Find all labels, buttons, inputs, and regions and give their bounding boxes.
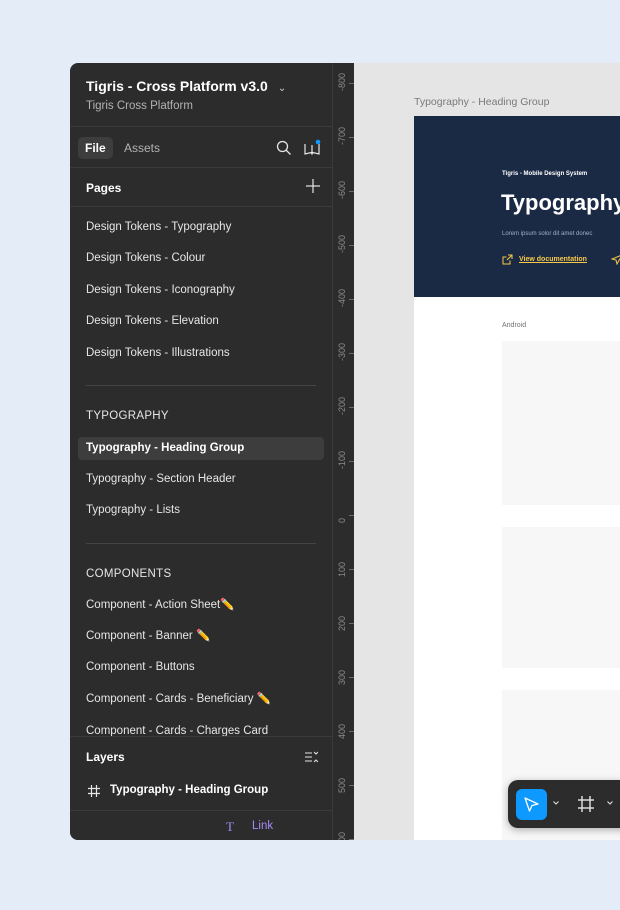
ruler-tick-label: 300 [337,669,347,685]
page-divider [86,543,316,544]
ruler-tick-label: 0 [337,517,347,523]
ruler-tick-label: -300 [337,342,347,361]
chevron-down-icon[interactable] [606,799,614,807]
ruler-tick-label: -600 [337,180,347,199]
tab-assets[interactable]: Assets [117,137,167,159]
cursor-icon [524,797,539,812]
layer-label: Typography - Heading Group [110,784,269,796]
heading-group-frame[interactable]: Tigris - Mobile Design System Typography… [414,116,620,840]
frame-icon [88,785,100,797]
page-divider [86,385,316,386]
layers-panel: Layers Typography - Heading Group T Link [70,736,332,840]
panel-tabs: File Assets [70,128,332,168]
layer-child-label: Link [252,820,274,832]
project-subtitle: Tigris Cross Platform [86,100,193,112]
page-item-design-tokens-iconography[interactable]: Design Tokens - Iconography [78,279,324,302]
add-page-icon[interactable] [304,177,322,195]
design-canvas[interactable]: Typography - Heading Group Tigris - Mobi… [354,63,620,840]
preview-card[interactable] [502,341,620,505]
ruler-tick-label: 100 [337,561,347,577]
hero-title: Typography [501,190,620,215]
ruler-tick-label: -800 [337,72,347,91]
search-icon[interactable] [276,140,292,156]
project-header[interactable]: Tigris - Cross Platform v3.0 ⌄ Tigris Cro… [70,63,332,127]
android-label: Android [502,322,527,329]
hero-description: Lorem ipsum solor dit amet donec [502,231,593,237]
layer-divider [70,810,332,811]
bottom-toolbar [508,780,620,828]
ruler-tick-label: -700 [337,126,347,145]
page-item-design-tokens-colour[interactable]: Design Tokens - Colour [78,247,324,270]
ruler-tick-label: 500 [337,777,347,793]
external-link-icon [502,254,513,265]
collapse-layers-icon[interactable] [304,750,318,764]
preview-card[interactable] [502,527,620,668]
layers-title: Layers [86,750,125,764]
page-item-component-banner[interactable]: Component - Banner ✏️ [78,625,324,648]
ruler-tick-label: -500 [337,234,347,253]
page-item-typography-heading-group[interactable]: Typography - Heading Group [78,437,324,460]
pages-title: Pages [86,181,122,195]
text-layer-icon: T [226,819,234,834]
project-title-text: Tigris - Cross Platform v3.0 [86,78,268,94]
move-tool-button[interactable] [516,789,547,820]
page-item-design-tokens-elevation[interactable]: Design Tokens - Elevation [78,310,324,333]
ruler-tick-label: 200 [337,615,347,631]
chevron-down-icon[interactable]: ⌄ [278,83,286,94]
ruler-tick-label: -200 [337,396,347,415]
figma-app-window: Tigris - Cross Platform v3.0 ⌄ Tigris Cro… [70,63,620,840]
ruler-tick-label: 600 [337,831,347,840]
project-title[interactable]: Tigris - Cross Platform v3.0 ⌄ [86,78,286,94]
page-item-design-tokens-typography[interactable]: Design Tokens - Typography [78,216,324,239]
page-item-typography-section-header[interactable]: Typography - Section Header [78,468,324,491]
hero-kicker: Tigris - Mobile Design System [502,171,588,177]
ruler-tick-label: 400 [337,723,347,739]
library-icon[interactable] [303,139,321,157]
page-item-component-cards-beneficiary[interactable]: Component - Cards - Beneficiary ✏️ [78,688,324,711]
ruler-tick-label: -400 [337,288,347,307]
section-title-typography: TYPOGRAPHY [86,410,169,422]
page-item-design-tokens-illustrations[interactable]: Design Tokens - Illustrations [78,342,324,365]
page-item-typography-lists[interactable]: Typography - Lists [78,499,324,522]
page-item-component-action-sheet[interactable]: Component - Action Sheet✏️ [78,594,324,617]
tab-file[interactable]: File [78,137,113,159]
layer-row-frame[interactable]: Typography - Heading Group [86,783,326,801]
page-item-component-buttons[interactable]: Component - Buttons [78,656,324,679]
ruler-tick-label: -100 [337,450,347,469]
hero-link-text: View documentation [519,256,587,263]
vertical-ruler: -800 -700 -600 -500 -400 -300 -200 -100 0 100 200 3… [332,63,354,840]
section-title-components: COMPONENTS [86,568,172,580]
pages-header: Pages [70,169,332,207]
chevron-down-icon[interactable] [552,799,560,807]
left-sidebar: Tigris - Cross Platform v3.0 ⌄ Tigris Cro… [70,63,332,840]
hero-banner: Tigris - Mobile Design System Typography… [414,116,620,297]
frame-tool-icon[interactable] [576,794,596,814]
send-icon [611,255,620,265]
frame-name-label[interactable]: Typography - Heading Group [414,96,549,108]
